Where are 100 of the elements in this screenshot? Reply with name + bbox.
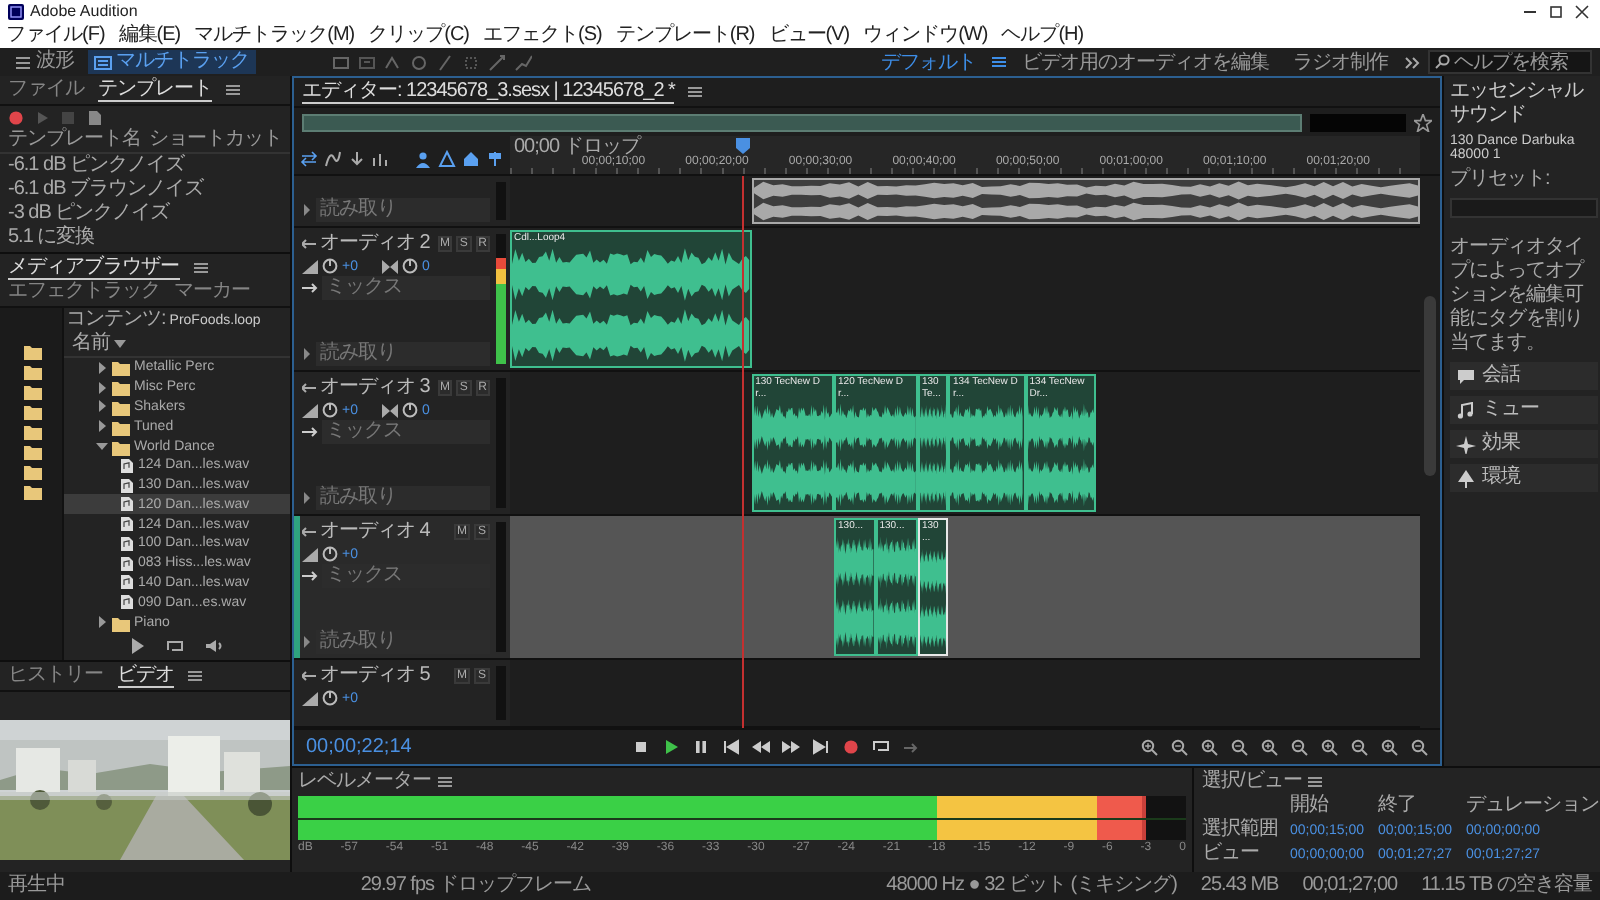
- expand-arrow-icon[interactable]: [302, 204, 312, 216]
- volume-knob-icon[interactable]: [322, 690, 338, 706]
- sort-icon[interactable]: [114, 338, 126, 350]
- panel-menu-icon[interactable]: [437, 776, 451, 788]
- record-icon[interactable]: [8, 109, 24, 125]
- column-header[interactable]: ショートカット: [149, 128, 282, 152]
- collapse-track-icon[interactable]: [302, 238, 316, 250]
- panel-tab[interactable]: ビデオ: [117, 664, 174, 688]
- play-icon[interactable]: [130, 637, 146, 654]
- track-name[interactable]: オーディオ 4: [320, 520, 430, 544]
- razor-tool-icon[interactable]: [383, 53, 401, 71]
- zoom-amplitude-icon[interactable]: [1230, 738, 1249, 756]
- slip-tool-icon[interactable]: [409, 53, 427, 71]
- workspace-tab[interactable]: ラジオ制作: [1285, 48, 1396, 76]
- volume-knob-icon[interactable]: [322, 402, 338, 418]
- menu-item[interactable]: ビュー(V): [768, 23, 850, 47]
- skip-forward-icon[interactable]: [811, 738, 830, 756]
- menu-item[interactable]: ファイル(F): [6, 23, 105, 47]
- pin-icon[interactable]: [486, 150, 504, 168]
- panel-menu-icon[interactable]: [193, 262, 207, 274]
- column-header[interactable]: 名前: [72, 332, 110, 356]
- swap-icon[interactable]: [300, 150, 318, 168]
- panel-tab[interactable]: マーカー: [174, 280, 250, 304]
- zoom-amplitude-icon[interactable]: [1200, 738, 1219, 756]
- scrollbar-thumb[interactable]: [1424, 296, 1436, 476]
- menu-item[interactable]: 編集(E): [118, 23, 181, 47]
- panel-menu-icon[interactable]: [188, 670, 202, 682]
- pause-icon[interactable]: [691, 738, 710, 756]
- mode-button[interactable]: マルチトラック: [88, 50, 255, 74]
- menu-item[interactable]: テンプレート(R): [615, 23, 755, 47]
- expand-arrow-icon[interactable]: [96, 400, 108, 413]
- meter-icon[interactable]: [372, 150, 390, 168]
- pencil-tool-icon[interactable]: [487, 53, 505, 71]
- fast-forward-icon[interactable]: [781, 738, 800, 756]
- zoom-icon[interactable]: [1290, 738, 1309, 756]
- loop-icon[interactable]: [871, 738, 890, 756]
- expand-arrow-icon[interactable]: [96, 616, 108, 629]
- template-item[interactable]: -3 dB ピンクノイズ: [0, 202, 290, 226]
- panel-tab[interactable]: テンプレート: [98, 78, 212, 102]
- volume-knob-icon[interactable]: [322, 258, 338, 274]
- brush-tool-icon[interactable]: [435, 53, 453, 71]
- audio-type-button[interactable]: 会話: [1450, 362, 1598, 390]
- track-name[interactable]: オーディオ 3: [320, 376, 430, 400]
- workspace-tab[interactable]: デフォルト: [873, 48, 984, 76]
- editor-tab[interactable]: エディター: 12345678_3.sesx | 12345678_2 *: [302, 80, 675, 104]
- play-icon[interactable]: [661, 738, 680, 756]
- expand-arrow-icon[interactable]: [302, 492, 312, 504]
- collapse-arrow-icon[interactable]: [96, 440, 108, 453]
- zoom-icon[interactable]: [1350, 738, 1369, 756]
- pan-knob-icon[interactable]: [401, 402, 418, 418]
- menu-item[interactable]: ウィンドウ(W): [863, 23, 988, 47]
- zoom-amplitude-icon[interactable]: [1140, 738, 1159, 756]
- template-item[interactable]: -6.1 dB ピンクノイズ: [0, 154, 290, 178]
- zoom-icon[interactable]: [1410, 738, 1429, 756]
- mode-button[interactable]: 波形: [8, 50, 80, 74]
- person-icon[interactable]: [414, 150, 432, 168]
- column-header[interactable]: テンプレート名: [8, 128, 141, 152]
- move-tool-icon[interactable]: [331, 53, 349, 71]
- rewind-icon[interactable]: [751, 738, 770, 756]
- panel-tab[interactable]: エフェクトラック: [8, 280, 160, 304]
- fx-curve-icon[interactable]: [324, 150, 342, 168]
- spot-heal-tool-icon[interactable]: [513, 53, 531, 71]
- audio-type-button[interactable]: 効果: [1450, 430, 1598, 458]
- snap-icon[interactable]: [1414, 113, 1432, 131]
- collapse-track-icon[interactable]: [302, 670, 316, 682]
- menu-item[interactable]: クリップ(C): [368, 23, 470, 47]
- collapse-track-icon[interactable]: [302, 382, 316, 394]
- panel-tab[interactable]: ファイル: [8, 78, 84, 102]
- audio-type-button[interactable]: 環境: [1450, 464, 1598, 492]
- volume-knob-icon[interactable]: [322, 546, 338, 562]
- skip-icon[interactable]: [901, 738, 920, 756]
- overview-bar[interactable]: [302, 113, 1302, 131]
- zoom-icon[interactable]: [1380, 738, 1399, 756]
- more-icon[interactable]: [1404, 55, 1420, 69]
- expand-arrow-icon[interactable]: [96, 361, 108, 374]
- template-item[interactable]: 5.1 に変換: [0, 226, 290, 250]
- speaker-icon[interactable]: [204, 637, 224, 654]
- expand-arrow-icon[interactable]: [302, 348, 312, 360]
- template-item[interactable]: -6.1 dB ブラウンノイズ: [0, 178, 290, 202]
- loop-icon[interactable]: [166, 637, 184, 654]
- workspace-menu-icon[interactable]: [992, 56, 1006, 68]
- pan-knob-icon[interactable]: [401, 258, 418, 274]
- close-icon[interactable]: [1572, 3, 1592, 19]
- panel-menu-icon[interactable]: [1307, 776, 1322, 788]
- audio-type-button[interactable]: ミュー: [1450, 396, 1598, 424]
- triangle-icon[interactable]: [438, 150, 456, 168]
- panel-tab[interactable]: メディアブラウザー: [8, 256, 179, 280]
- record-icon[interactable]: [841, 738, 860, 756]
- track-name[interactable]: オーディオ 2: [320, 232, 430, 256]
- panel-tab[interactable]: ヒストリー: [8, 664, 103, 688]
- restore-icon[interactable]: [1546, 3, 1566, 19]
- menu-item[interactable]: ヘルプ(H): [1001, 23, 1084, 47]
- track-name[interactable]: オーディオ 5: [320, 664, 430, 688]
- document-icon[interactable]: [86, 109, 102, 125]
- expand-arrow-icon[interactable]: [96, 420, 108, 433]
- expand-arrow-icon[interactable]: [96, 381, 108, 394]
- arrow-in-icon[interactable]: [348, 150, 366, 168]
- home-icon[interactable]: [462, 150, 480, 168]
- menu-item[interactable]: マルチトラック(M): [194, 23, 355, 47]
- panel-menu-icon[interactable]: [688, 86, 703, 98]
